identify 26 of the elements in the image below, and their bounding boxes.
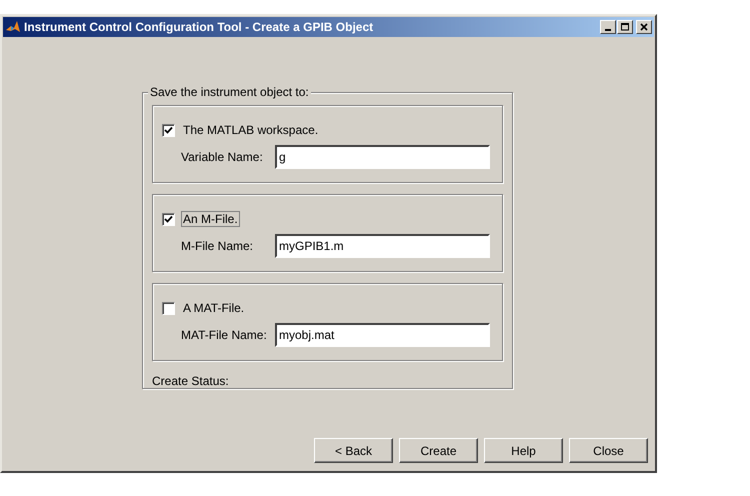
- checkbox-label[interactable]: An M-File.: [181, 211, 240, 227]
- group-legend: Save the instrument object to:: [148, 85, 311, 99]
- dialog-button[interactable]: < Back: [314, 438, 393, 463]
- dialog-button[interactable]: Create: [399, 438, 478, 463]
- field-label: M-File Name:: [181, 239, 254, 253]
- field-label: Variable Name:: [181, 150, 264, 164]
- field-label: MAT-File Name:: [181, 328, 268, 342]
- text-field[interactable]: g: [275, 145, 490, 169]
- text-field[interactable]: myGPIB1.m: [275, 234, 490, 258]
- checkbox[interactable]: [162, 124, 175, 136]
- window-title: Instrument Control Configuration Tool - Create a GPIB Object: [24, 20, 374, 34]
- minimize-button[interactable]: [600, 20, 616, 34]
- close-button[interactable]: [636, 20, 652, 34]
- app-icon: [5, 19, 21, 35]
- status-label: Create Status:: [152, 374, 230, 388]
- checkbox[interactable]: [162, 302, 175, 314]
- checkbox[interactable]: [162, 212, 175, 226]
- checkbox-label[interactable]: A MAT-File.: [181, 300, 246, 316]
- dialog-button[interactable]: Close: [569, 438, 648, 463]
- text-field[interactable]: myobj.mat: [275, 323, 490, 347]
- maximize-icon: [620, 22, 630, 32]
- maximize-button[interactable]: [617, 20, 633, 34]
- dialog-button[interactable]: Help: [484, 438, 563, 463]
- minimize-icon: [605, 29, 611, 31]
- checkbox-label[interactable]: The MATLAB workspace.: [181, 122, 320, 138]
- close-icon: [639, 22, 649, 32]
